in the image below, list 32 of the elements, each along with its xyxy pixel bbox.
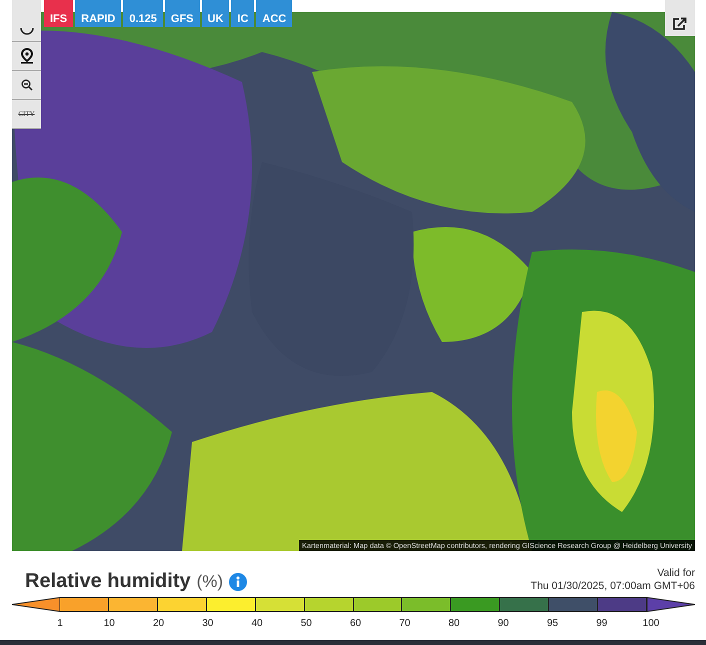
legend-unit: (%) [196,572,224,592]
scale-label: 95 [546,618,560,629]
scale-label: 40 [250,618,264,629]
model-tab[interactable]: IFS [44,0,74,27]
share-button[interactable] [665,0,695,36]
zoom-out-button[interactable] [12,71,41,100]
zoom-out-icon [20,79,32,91]
model-tab[interactable]: RAPID [75,0,122,27]
info-icon[interactable] [229,572,248,590]
marker-button[interactable] [12,42,41,71]
model-tab[interactable]: UK [202,0,230,27]
valid-label: Valid for [656,567,695,580]
scale-label: 90 [496,618,510,629]
location-button[interactable] [12,0,41,42]
valid-time: Thu 01/30/2025, 07:00am GMT+06 [530,580,695,593]
scale-label: 80 [447,618,461,629]
model-tab[interactable]: IC [231,0,254,27]
scale-label: 30 [201,618,214,629]
scale-label: 10 [102,618,116,629]
scale-label: 60 [348,618,362,629]
model-tab[interactable]: GFS [164,0,200,27]
scale-label: 70 [398,618,412,629]
map-pin-icon [20,48,34,64]
legend-title: Relative humidity [25,570,191,593]
scale-label: 20 [152,618,166,629]
scale-label: 50 [300,618,313,629]
scale-label: 1 [56,618,64,629]
scale-label: 99 [595,618,608,629]
model-tab[interactable]: 0.125 [123,0,163,27]
scale-label: 100 [642,618,660,629]
share-icon [673,17,687,30]
model-tab[interactable]: ACC [256,0,292,27]
